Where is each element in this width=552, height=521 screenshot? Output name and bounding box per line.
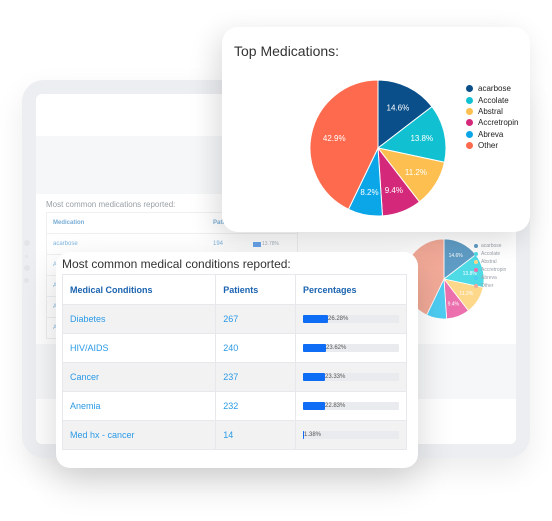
medical-conditions-card: Most common medical conditions reported:… — [56, 252, 418, 468]
pie-slice-label: 11.2% — [405, 168, 427, 177]
patient-count[interactable]: 232 — [215, 391, 296, 421]
legend-label: acarbose — [481, 243, 502, 249]
legend-swatch — [466, 85, 473, 93]
legend-label: Abreva — [481, 275, 497, 281]
pie-slice-label: 11.2% — [459, 291, 473, 297]
percentage-cell: 23.62% — [295, 333, 407, 363]
condition-name[interactable]: HIV/AIDS — [61, 333, 217, 363]
legend-swatch — [466, 130, 473, 138]
header-percentages[interactable]: Percentages — [295, 274, 407, 305]
legend-label: Other — [478, 141, 499, 151]
percentage-text: 1.38% — [304, 432, 322, 438]
table-row[interactable]: Anemia 232 22.83% — [61, 391, 407, 421]
legend-item-abstral[interactable]: Abstral — [474, 258, 506, 266]
legend-label: Accolate — [478, 95, 509, 105]
legend-swatch — [474, 244, 478, 248]
percentage-text: 23.33% — [325, 374, 346, 380]
legend-label: Accretropin — [481, 267, 507, 273]
pie-slice-label: 14.6% — [387, 104, 410, 113]
pie-slice-label: 14.6% — [449, 253, 464, 259]
pie-slice-label: 9.4% — [385, 186, 403, 195]
legend-swatch — [474, 276, 478, 280]
legend-swatch — [474, 268, 478, 272]
legend-item-accretropin[interactable]: Accretropin — [474, 266, 506, 274]
percentage-bar — [253, 241, 261, 247]
percentage-bar: 23.33% — [303, 373, 399, 381]
sidebar-dot[interactable] — [24, 240, 30, 246]
legend-label: Accretropin — [478, 118, 519, 128]
percentage-bar-fill — [303, 402, 325, 410]
legend-swatch — [466, 107, 473, 115]
percentage-bar: 23.62% — [303, 344, 399, 352]
legend-item-accolate[interactable]: Accolate — [466, 94, 518, 105]
legend-label: Accolate — [481, 251, 501, 257]
legend-item-accretropin[interactable]: Accretropin — [466, 117, 518, 128]
medication-name[interactable]: acarbose — [47, 241, 213, 247]
table-row[interactable]: HIV/AIDS 240 23.62% — [61, 333, 407, 363]
percentage-text: 26.28% — [328, 316, 349, 322]
header-medical-conditions[interactable]: Medical Conditions — [61, 274, 217, 305]
table-row[interactable]: Cancer 237 23.33% — [61, 362, 407, 392]
legend-swatch — [466, 96, 473, 104]
medical-conditions-table: Medical Conditions Patients Percentages … — [61, 274, 407, 450]
condition-name[interactable]: Med hx - cancer — [61, 420, 217, 450]
legend-swatch — [466, 119, 473, 127]
legend-item-acarbose[interactable]: acarbose — [466, 83, 518, 94]
percentage-cell: 23.33% — [295, 362, 407, 392]
legend-label: Other — [481, 283, 494, 289]
table-row[interactable]: Med hx - cancer 14 1.38% — [61, 420, 407, 450]
percentage-bar: 26.28% — [303, 315, 399, 323]
legend-label: Abreva — [478, 129, 504, 139]
background-pie-legend: acarbose Accolate Abstral Accretropin Abreva… — [474, 242, 506, 290]
legend-item-abreva[interactable]: Abreva — [474, 274, 506, 282]
condition-name[interactable]: Anemia — [61, 391, 217, 421]
legend-label: Abstral — [481, 259, 497, 265]
sidebar-dot[interactable] — [24, 278, 29, 283]
patient-count[interactable]: 237 — [215, 362, 296, 392]
percentage-bar: 22.83% — [303, 402, 399, 410]
legend-item-abstral[interactable]: Abstral — [466, 106, 518, 117]
percentage-bar-fill — [303, 344, 326, 352]
legend-swatch — [474, 252, 478, 256]
percentage-text: 13.78% — [262, 241, 279, 247]
sidebar-dot[interactable] — [25, 255, 28, 258]
top-medications-card: Top Medications: 14.6% 13.8% 11.2% 9.4% 8.2%… — [222, 27, 530, 232]
percentage-text: 23.62% — [326, 345, 347, 351]
patient-count[interactable]: 14 — [215, 420, 296, 450]
legend-item-other[interactable]: Other — [466, 140, 518, 151]
pie-slice-label: 42.9% — [323, 134, 346, 143]
percentage-bar-fill — [303, 315, 328, 323]
pie-slice-label: 9.4% — [448, 301, 460, 307]
table-row[interactable]: Diabetes 267 26.28% — [61, 304, 407, 334]
legend-item-abreva[interactable]: Abreva — [466, 129, 518, 140]
medications-section-title: Most common medications reported: — [46, 200, 176, 209]
percentage-cell: 26.28% — [295, 304, 407, 334]
pie-legend: acarbose Accolate Abstral Accretropin Abreva… — [466, 83, 518, 151]
patient-count[interactable]: 267 — [215, 304, 296, 334]
legend-item-other[interactable]: Other — [474, 282, 506, 290]
legend-swatch — [466, 142, 473, 150]
header-patients[interactable]: Patients — [215, 274, 296, 305]
patient-count[interactable]: 240 — [215, 333, 296, 363]
legend-item-acarbose[interactable]: acarbose — [474, 242, 506, 250]
table-header-row: Medical Conditions Patients Percentages — [61, 274, 407, 305]
legend-swatch — [474, 284, 478, 288]
medical-conditions-title: Most common medical conditions reported: — [62, 257, 291, 271]
legend-item-accolate[interactable]: Accolate — [474, 250, 506, 258]
legend-swatch — [474, 260, 478, 264]
pie-slice-label: 13.8% — [410, 134, 433, 143]
pie-slice-label: 8.2% — [360, 188, 378, 197]
percentage-cell: 1.38% — [295, 420, 407, 450]
condition-name[interactable]: Diabetes — [61, 304, 217, 334]
percentage-text: 22.83% — [325, 403, 346, 409]
percentage-bar-fill — [303, 373, 325, 381]
percentage-cell: 22.83% — [295, 391, 407, 421]
patient-count: 194 — [213, 241, 224, 247]
sidebar-dot[interactable] — [24, 265, 30, 271]
legend-label: acarbose — [478, 84, 511, 94]
legend-label: Abstral — [478, 106, 503, 116]
percentage-bar: 1.38% — [303, 431, 399, 439]
condition-name[interactable]: Cancer — [61, 362, 217, 392]
header-medication: Medication — [53, 220, 85, 226]
